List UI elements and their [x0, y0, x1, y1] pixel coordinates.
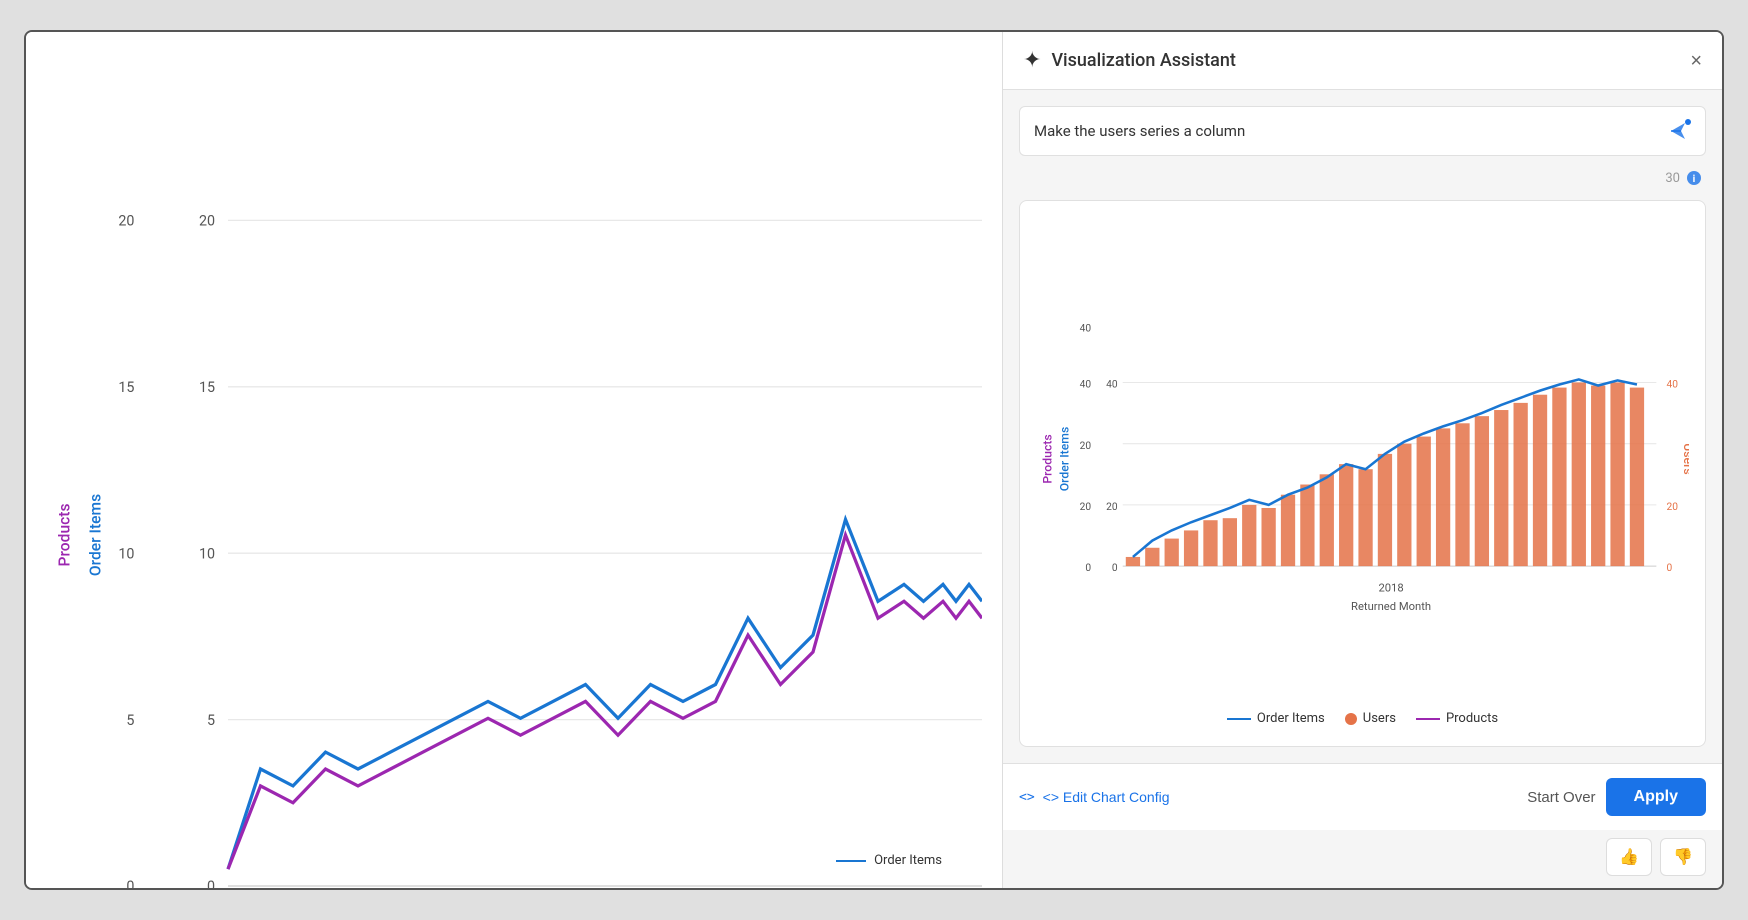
- order-items-line: [228, 519, 982, 869]
- legend-order-items-line: [836, 860, 866, 862]
- preview-chart-svg: Products Order Items 0 20 20 40 40 0 20 …: [1036, 217, 1689, 701]
- svg-text:5: 5: [126, 713, 134, 729]
- svg-text:Returned Month: Returned Month: [1351, 600, 1431, 613]
- visualization-assistant-panel: ✦ Visualization Assistant × Make the use…: [1002, 32, 1722, 888]
- svg-text:0: 0: [207, 879, 215, 890]
- preview-chart-area: Products Order Items 0 20 20 40 40 0 20 …: [1036, 217, 1689, 701]
- legend-users: Users: [1345, 711, 1396, 726]
- start-over-button[interactable]: Start Over: [1527, 789, 1595, 806]
- svg-text:20: 20: [1080, 502, 1092, 513]
- left-chart-svg: Products Order Items 0 5 10 15 20 0 5 10…: [46, 52, 982, 890]
- va-feedback: 👍 👎: [1003, 830, 1722, 888]
- va-title-row: ✦ Visualization Assistant: [1023, 48, 1236, 73]
- character-counter: 30: [1665, 171, 1680, 186]
- svg-text:10: 10: [199, 546, 215, 562]
- svg-text:40: 40: [1080, 323, 1092, 334]
- thumbs-up-button[interactable]: 👍: [1606, 838, 1652, 876]
- thumbs-up-icon: 👍: [1619, 849, 1639, 866]
- edit-config-label: <> Edit Chart Config: [1043, 789, 1170, 805]
- legend-order-items-label: Order Items: [874, 853, 942, 868]
- actions-right: Start Over Apply: [1527, 778, 1706, 816]
- svg-text:15: 15: [118, 380, 134, 396]
- legend-users-dot: [1345, 713, 1357, 725]
- svg-text:20: 20: [1080, 441, 1092, 452]
- svg-text:0: 0: [1085, 563, 1091, 574]
- legend-order-label: Order Items: [1257, 711, 1325, 726]
- svg-text:5: 5: [207, 713, 215, 729]
- svg-text:40: 40: [1080, 380, 1092, 391]
- legend-order-line: [1227, 718, 1251, 720]
- send-button[interactable]: [1667, 119, 1691, 143]
- thumbs-down-icon: 👎: [1673, 849, 1693, 866]
- svg-text:40: 40: [1667, 380, 1679, 391]
- app-container: Products Order Items 0 5 10 15 20 0 5 10…: [24, 30, 1724, 890]
- va-actions: <> <> Edit Chart Config Start Over Apply: [1003, 763, 1722, 830]
- legend-products-line: [1416, 718, 1440, 720]
- legend-users-label: Users: [1363, 711, 1396, 726]
- svg-text:Order Items: Order Items: [1058, 427, 1072, 492]
- va-preview-card: Products Order Items 0 20 20 40 40 0 20 …: [1019, 200, 1706, 747]
- svg-text:10: 10: [118, 546, 134, 562]
- svg-text:2018: 2018: [1378, 582, 1403, 595]
- va-header: ✦ Visualization Assistant ×: [1003, 32, 1722, 90]
- users-bars: [1126, 382, 1644, 566]
- svg-text:0: 0: [1667, 563, 1673, 574]
- svg-text:Users: Users: [1681, 443, 1689, 474]
- edit-config-icon: <>: [1019, 790, 1035, 805]
- close-button[interactable]: ×: [1690, 51, 1702, 71]
- products-line: [228, 535, 982, 869]
- svg-text:20: 20: [1667, 502, 1679, 513]
- preview-chart-legend: Order Items Users Products: [1036, 701, 1689, 730]
- thumbs-down-button[interactable]: 👎: [1660, 838, 1706, 876]
- apply-button[interactable]: Apply: [1606, 778, 1706, 816]
- left-chart-panel: Products Order Items 0 5 10 15 20 0 5 10…: [26, 32, 1002, 888]
- y-axis-order-label: Order Items: [87, 494, 105, 576]
- svg-text:20: 20: [1106, 502, 1118, 513]
- va-title: Visualization Assistant: [1051, 50, 1235, 71]
- va-input-row: Make the users series a column: [1019, 106, 1706, 156]
- counter-icon: i: [1686, 170, 1702, 186]
- svg-text:Products: Products: [1040, 434, 1054, 483]
- svg-text:20: 20: [118, 214, 134, 230]
- left-chart-area: Products Order Items 0 5 10 15 20 0 5 10…: [46, 52, 982, 890]
- va-counter-row: 30 i: [1019, 168, 1706, 188]
- svg-text:0: 0: [126, 879, 134, 890]
- va-input-text: Make the users series a column: [1034, 122, 1667, 140]
- va-body: Make the users series a column 30 i: [1003, 90, 1722, 763]
- svg-text:15: 15: [199, 380, 215, 396]
- y-axis-products-label: Products: [55, 504, 73, 567]
- svg-text:40: 40: [1106, 380, 1118, 391]
- send-icon: [1667, 119, 1691, 143]
- assistant-icon: ✦: [1023, 48, 1041, 73]
- edit-chart-config-button[interactable]: <> <> Edit Chart Config: [1019, 789, 1170, 805]
- svg-text:0: 0: [1112, 563, 1118, 574]
- legend-products: Products: [1416, 711, 1498, 726]
- left-chart-legend: Order Items: [836, 853, 942, 868]
- svg-text:i: i: [1693, 174, 1696, 185]
- legend-products-label: Products: [1446, 711, 1498, 726]
- svg-text:20: 20: [199, 214, 215, 230]
- legend-order-items: Order Items: [1227, 711, 1325, 726]
